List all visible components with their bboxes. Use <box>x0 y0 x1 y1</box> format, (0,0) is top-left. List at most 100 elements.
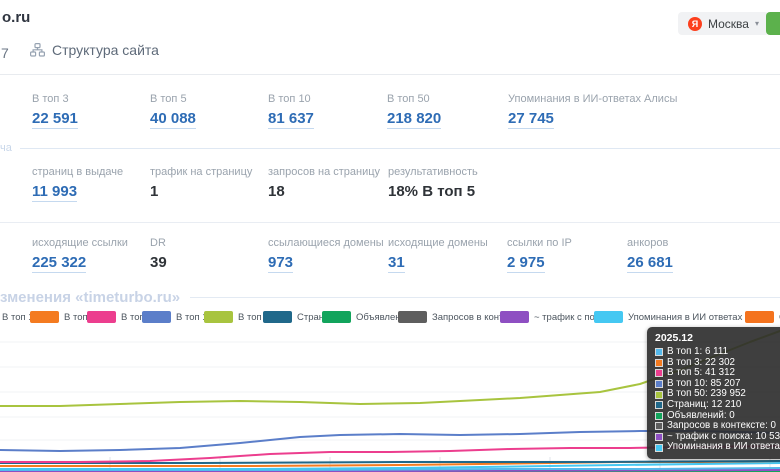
chart-section-title: зменения «timeturbo.ru» <box>0 289 180 306</box>
tooltip-swatch-icon <box>655 401 663 409</box>
tooltip-row: В топ 1: 6 111 <box>655 347 780 358</box>
tooltip-label: В топ 1: 6 111 <box>667 347 728 358</box>
stat-item: страниц в выдаче 11 993 <box>32 166 123 202</box>
stat-item: трафик на страницу 1 <box>150 166 252 201</box>
site-structure-label: Структура сайта <box>52 42 159 58</box>
tooltip-swatch-icon <box>655 444 663 452</box>
legend-swatch-icon <box>204 311 233 323</box>
legend-swatch-icon <box>87 311 116 323</box>
legend-swatch-icon <box>263 311 292 323</box>
stat-label: В топ 3 <box>32 93 78 105</box>
legend-item[interactable]: В топ 1 <box>0 311 34 323</box>
stat-label: трафик на страницу <box>150 166 252 178</box>
divider <box>190 297 780 298</box>
stat-value[interactable]: 225 322 <box>32 254 86 273</box>
stat-item: результативность 18% В топ 5 <box>388 166 478 201</box>
section-divider-serp: ча <box>0 142 780 154</box>
chevron-down-icon: ▾ <box>755 19 759 28</box>
stat-value[interactable]: 40 088 <box>150 110 196 129</box>
legend-swatch-icon <box>745 311 774 323</box>
stat-item: В топ 5 40 088 <box>150 93 196 129</box>
stat-item: В топ 3 22 591 <box>32 93 78 129</box>
yandex-icon: Я <box>688 17 702 31</box>
legend-item[interactable]: В топ 3 <box>30 311 96 323</box>
stat-value[interactable]: 218 820 <box>387 110 441 129</box>
stats-row-3: исходящие ссылки225 322 DR 39 ссылающиеся д… <box>0 237 780 281</box>
stat-value[interactable]: 2 975 <box>507 254 545 273</box>
stat-label: результативность <box>388 166 478 178</box>
stat-label: В топ 10 <box>268 93 314 105</box>
stat-label: запросов на страницу <box>268 166 380 178</box>
stat-label: Упоминания в ИИ-ответах Алисы <box>508 93 677 105</box>
stat-value: 1 <box>150 183 158 200</box>
stats-row-2: страниц в выдаче 11 993 трафик на страницу… <box>0 166 780 210</box>
stat-item: исходящие ссылки225 322 <box>32 237 128 273</box>
tooltip-swatch-icon <box>655 359 663 367</box>
stat-item: В топ 10 81 637 <box>268 93 314 129</box>
stat-value[interactable]: 22 591 <box>32 110 78 129</box>
legend-swatch-icon <box>322 311 351 323</box>
tooltip-swatch-icon <box>655 348 663 356</box>
tooltip-swatch-icon <box>655 433 663 441</box>
stats-row-1: В топ 3 22 591 В топ 5 40 088 В топ 10 81 637… <box>0 93 780 137</box>
stat-label: В топ 5 <box>150 93 196 105</box>
stat-item: В топ 50 218 820 <box>387 93 441 129</box>
tooltip-swatch-icon <box>655 412 663 420</box>
divider <box>20 148 780 149</box>
tooltip-swatch-icon <box>655 380 663 388</box>
site-title: o.ru <box>2 9 30 26</box>
legend-swatch-icon <box>500 311 529 323</box>
stat-value: 18 <box>268 183 285 200</box>
stat-value[interactable]: 27 745 <box>508 110 554 129</box>
stat-label: DR <box>150 237 167 249</box>
stat-item: исходящие домены 31 <box>388 237 488 273</box>
stat-item: ссылки по IP 2 975 <box>507 237 572 273</box>
stat-value[interactable]: 973 <box>268 254 293 273</box>
divider <box>0 222 780 223</box>
chart-legend: В топ 1В топ 3В топ 5В топ 10В топ 50Стр… <box>0 311 780 327</box>
tooltip-row: Страниц: 12 210 <box>655 400 780 411</box>
legend-item[interactable]: Скры <box>745 311 780 323</box>
stat-label: исходящие домены <box>388 237 488 249</box>
chart-section-header: зменения «timeturbo.ru» <box>0 289 780 306</box>
legend-swatch-icon <box>594 311 623 323</box>
dashboard-page: o.ru Я Москва ▾ 7 Структура сайта В топ … <box>0 0 780 472</box>
legend-swatch-icon <box>30 311 59 323</box>
stat-item: Упоминания в ИИ-ответах Алисы 27 745 <box>508 93 677 129</box>
stat-value[interactable]: 26 681 <box>627 254 673 273</box>
stat-item: ссылающиеся домены 973 <box>268 237 384 273</box>
stat-value: 18% В топ 5 <box>388 183 475 200</box>
legend-swatch-icon <box>142 311 171 323</box>
tooltip-swatch-icon <box>655 422 663 430</box>
stat-value[interactable]: 11 993 <box>32 183 77 202</box>
region-selector-button[interactable]: Я Москва ▾ <box>678 12 769 35</box>
stat-label: ссылающиеся домены <box>268 237 384 249</box>
chart-tooltip: 2025.12 В топ 1: 6 111В топ 3: 22 302В т… <box>647 327 780 459</box>
tooltip-swatch-icon <box>655 391 663 399</box>
sitemap-icon <box>30 43 45 57</box>
divider <box>0 74 780 75</box>
tooltip-label: Упоминания в ИИ ответах Алисы: 25 1 <box>667 442 780 453</box>
stat-item: анкоров 26 681 <box>627 237 673 273</box>
legend-item[interactable]: В топ 10 <box>142 311 213 323</box>
stat-value[interactable]: 31 <box>388 254 405 273</box>
stat-label: страниц в выдаче <box>32 166 123 178</box>
legend-swatch-icon <box>398 311 427 323</box>
tooltip-date: 2025.12 <box>655 332 780 344</box>
primary-action-button[interactable] <box>766 12 780 35</box>
nav-fragment: 7 <box>1 45 9 61</box>
tooltip-swatch-icon <box>655 369 663 377</box>
legend-label: В топ 1 <box>2 312 34 323</box>
tooltip-label: Страниц: 12 210 <box>667 400 741 411</box>
stat-value: 39 <box>150 254 167 271</box>
stat-label: ссылки по IP <box>507 237 572 249</box>
site-structure-link[interactable]: Структура сайта <box>30 42 159 58</box>
tooltip-row: Упоминания в ИИ ответах Алисы: 25 1 <box>655 442 780 453</box>
stat-value[interactable]: 81 637 <box>268 110 314 129</box>
stat-item: DR 39 <box>150 237 167 272</box>
region-label: Москва <box>708 17 749 31</box>
stat-label: В топ 50 <box>387 93 441 105</box>
stat-label: анкоров <box>627 237 673 249</box>
stat-item: запросов на страницу 18 <box>268 166 380 201</box>
section-divider-label: ча <box>0 142 12 154</box>
